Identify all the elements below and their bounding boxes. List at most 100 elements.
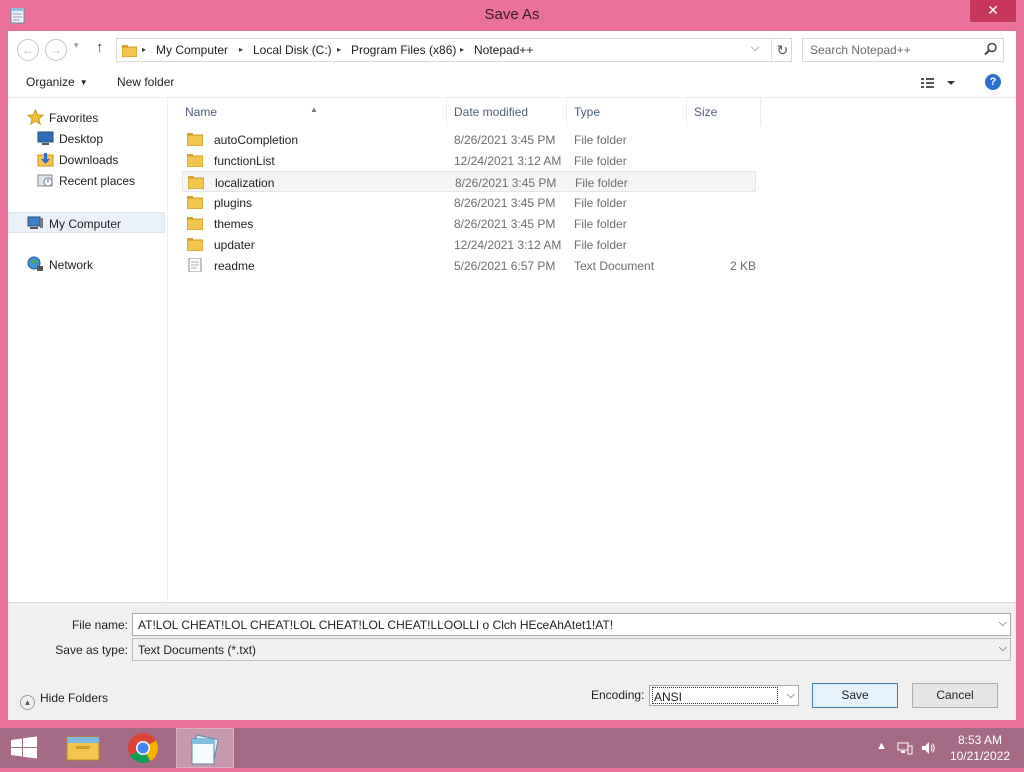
folder-icon — [187, 217, 203, 230]
chevron-down-icon: ⌵ — [786, 689, 795, 701]
hide-folders-label: Hide Folders — [40, 691, 109, 705]
file-name: updater — [214, 238, 255, 252]
save-as-type-select[interactable]: Text Documents (*.txt) ⌵ — [132, 638, 1011, 661]
folder-icon — [122, 45, 137, 57]
folder-icon — [187, 238, 203, 251]
start-button[interactable] — [0, 728, 48, 768]
file-type: Text Document — [574, 259, 655, 273]
file-type: File folder — [574, 217, 627, 231]
file-row-functionlist[interactable]: functionList 12/24/2021 3:12 AM File fol… — [182, 150, 756, 171]
address-bar[interactable]: ▸ My Computer ▸ Local Disk (C:) ▸ Progra… — [116, 38, 792, 62]
sidebar-item-favorites[interactable]: Favorites — [8, 107, 165, 128]
forward-button[interactable]: → — [45, 39, 67, 61]
sidebar-item-label: Downloads — [59, 153, 119, 167]
taskbar-file-explorer[interactable] — [54, 728, 112, 768]
save-as-type-value: Text Documents (*.txt) — [138, 643, 257, 657]
recent-locations-dropdown[interactable]: ▾ — [74, 40, 79, 51]
encoding-select[interactable]: ANSI ⌵ — [649, 685, 799, 706]
change-view-button[interactable] — [920, 75, 956, 91]
breadcrumb-separator[interactable]: ▸ — [142, 45, 146, 54]
help-icon[interactable]: ? — [985, 74, 1001, 90]
sidebar-item-downloads[interactable]: Downloads — [8, 149, 165, 170]
file-type: File folder — [575, 176, 628, 190]
file-name: localization — [215, 176, 275, 190]
volume-icon[interactable] — [920, 740, 936, 756]
file-row-themes[interactable]: themes 8/26/2021 3:45 PM File folder — [182, 213, 756, 234]
file-row-plugins[interactable]: plugins 8/26/2021 3:45 PM File folder — [182, 192, 756, 213]
file-row-autocompletion[interactable]: autoCompletion 8/26/2021 3:45 PM File fo… — [182, 129, 756, 150]
taskbar-notepad[interactable] — [176, 728, 234, 768]
column-header-label: Name — [185, 105, 218, 119]
organize-button[interactable]: Organize ▼ — [26, 75, 88, 89]
search-icon[interactable] — [984, 42, 998, 56]
sidebar-item-label: Desktop — [59, 132, 104, 146]
file-name-value: AT!LOL CHEAT!LOL CHEAT!LOL CHEAT!LOL CHE… — [138, 618, 614, 632]
breadcrumb-separator[interactable]: ▸ — [337, 45, 341, 54]
sidebar-item-my-computer[interactable]: My Computer — [8, 212, 165, 233]
folder-icon — [188, 176, 204, 189]
column-header-label: Size — [694, 105, 718, 119]
column-header-label: Type — [574, 105, 601, 119]
search-box[interactable] — [802, 38, 1004, 62]
cancel-button[interactable]: Cancel — [912, 683, 998, 708]
sort-ascending-icon: ▲ — [310, 105, 318, 114]
column-header-type[interactable]: Type — [567, 98, 686, 126]
breadcrumb-local-disk[interactable]: Local Disk (C:) — [253, 43, 332, 57]
back-button[interactable]: ← — [17, 39, 39, 61]
sidebar-item-network[interactable]: Network — [8, 254, 165, 275]
close-button[interactable]: ✕ — [970, 0, 1016, 22]
taskbar: ▲ 8:53 AM 10/21/2022 — [0, 728, 1024, 768]
file-explorer-icon — [66, 736, 100, 761]
refresh-button[interactable]: ↻ — [771, 39, 793, 61]
breadcrumb-my-computer[interactable]: My Computer — [156, 43, 228, 57]
new-folder-button[interactable]: New folder — [117, 75, 174, 89]
taskbar-chrome[interactable] — [114, 728, 172, 768]
file-name: plugins — [214, 196, 253, 210]
address-dropdown[interactable]: ⌵ — [751, 42, 759, 55]
sidebar-item-label: Recent places — [59, 174, 136, 188]
file-row-readme[interactable]: readme 5/26/2021 6:57 PM Text Document 2… — [182, 255, 756, 276]
file-type: File folder — [574, 238, 627, 252]
desktop-icon — [37, 131, 54, 145]
breadcrumb-notepadpp[interactable]: Notepad++ — [474, 43, 533, 57]
column-divider[interactable] — [760, 98, 761, 126]
column-header-date[interactable]: Date modified — [447, 98, 566, 126]
title-bar[interactable]: Save As ✕ — [0, 0, 1024, 32]
sidebar-item-recent-places[interactable]: Recent places — [8, 170, 165, 191]
file-row-updater[interactable]: updater 12/24/2021 3:12 AM File folder — [182, 234, 756, 255]
file-type: File folder — [574, 154, 627, 168]
file-name: autoCompletion — [214, 133, 299, 147]
clock-time: 8:53 AM — [957, 733, 1002, 747]
sidebar-item-label: Network — [49, 258, 94, 272]
encoding-label: Encoding: — [591, 688, 645, 702]
clock-date: 10/21/2022 — [949, 749, 1010, 763]
address-row: ← → ▾ ↑ ▸ My Computer ▸ Local Disk (C:) … — [8, 31, 1016, 67]
file-list: Name ▲ Date modified Type Size autoCompl… — [168, 98, 1016, 602]
file-name: themes — [214, 217, 254, 231]
file-name-field[interactable]: AT!LOL CHEAT!LOL CHEAT!LOL CHEAT!LOL CHE… — [132, 613, 1011, 636]
text-document-icon — [188, 258, 202, 272]
command-bar: Organize ▼ New folder ? — [8, 67, 1016, 98]
up-button[interactable]: ↑ — [96, 39, 104, 56]
chevron-down-icon[interactable]: ⌵ — [999, 617, 1007, 630]
file-row-localization[interactable]: localization 8/26/2021 3:45 PM File fold… — [182, 171, 756, 192]
sidebar-item-desktop[interactable]: Desktop — [8, 128, 165, 149]
chrome-icon — [128, 733, 159, 764]
show-hidden-icons-button[interactable]: ▲ — [876, 740, 887, 752]
breadcrumb-program-files[interactable]: Program Files (x86) — [351, 43, 456, 57]
search-input[interactable] — [803, 39, 979, 61]
column-header-name[interactable]: Name ▲ — [168, 98, 446, 126]
hide-folders-button[interactable]: ▲ Hide Folders — [20, 691, 108, 710]
windows-logo-icon — [11, 736, 37, 759]
breadcrumb-separator[interactable]: ▸ — [460, 45, 464, 54]
file-type: File folder — [574, 133, 627, 147]
folder-icon — [187, 133, 203, 146]
system-clock[interactable]: 8:53 AM 10/21/2022 — [950, 732, 1010, 764]
file-date: 12/24/2021 3:12 AM — [454, 238, 562, 252]
save-button[interactable]: Save — [812, 683, 898, 708]
star-icon — [27, 109, 44, 125]
folder-icon — [187, 196, 203, 209]
breadcrumb-separator[interactable]: ▸ — [239, 45, 243, 54]
network-status-icon[interactable] — [897, 740, 913, 756]
column-header-size[interactable]: Size — [687, 98, 760, 126]
